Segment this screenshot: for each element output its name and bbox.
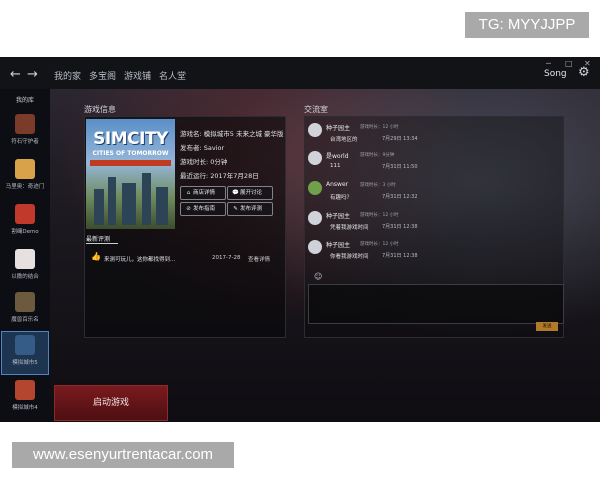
chat-icon: 💬 bbox=[232, 190, 239, 196]
nav-item-treasure[interactable]: 多宝阁 bbox=[89, 69, 116, 82]
launch-game-button[interactable]: 启动游戏 bbox=[54, 385, 168, 421]
avatar[interactable] bbox=[308, 123, 322, 137]
sidebar-item-simcity4[interactable]: 模拟城市4 bbox=[2, 377, 48, 419]
chat-text: 台湾地区的 bbox=[330, 137, 358, 143]
game-playtime: 游戏时长: 0分钟 bbox=[180, 158, 228, 166]
game-icon bbox=[15, 159, 35, 179]
game-icon bbox=[15, 380, 35, 400]
chat-input[interactable] bbox=[308, 284, 564, 324]
sidebar-item-label: 模拟城市4 bbox=[12, 405, 38, 411]
expand-discussion-button[interactable]: 💬展开讨论 bbox=[227, 186, 273, 200]
avatar[interactable] bbox=[308, 211, 322, 225]
chat-title: 交流室 bbox=[304, 105, 328, 114]
store-details-button[interactable]: ⌂ 商店详情 bbox=[180, 186, 226, 200]
chat-time: 7月31日 12:32 bbox=[382, 194, 418, 200]
game-icon bbox=[15, 292, 35, 312]
chat-user-name[interactable]: 种子园主 bbox=[326, 240, 350, 249]
chat-text: 111 bbox=[330, 163, 341, 169]
chat-user-name[interactable]: Answer bbox=[326, 181, 348, 188]
watermark-top: TG: MYYJJPP bbox=[465, 12, 589, 38]
arrow-right-icon[interactable]: → bbox=[27, 67, 38, 82]
avatar[interactable] bbox=[308, 151, 322, 165]
game-info-title: 游戏信息 bbox=[84, 105, 116, 114]
game-icon bbox=[15, 249, 35, 269]
store-icon: ⌂ bbox=[186, 190, 191, 196]
game-cover: SIMCITY CITIES OF TOMORROW bbox=[86, 119, 175, 229]
chat-user-name[interactable]: 是world bbox=[326, 151, 349, 160]
cover-building bbox=[108, 177, 116, 225]
store-details-label: 商店详情 bbox=[193, 190, 216, 196]
smile-icon[interactable]: ☺ bbox=[314, 272, 322, 281]
game-name: 游戏名: 模拟城市5 未来之城 豪华版 bbox=[180, 130, 284, 138]
cover-building bbox=[122, 183, 136, 225]
cover-building bbox=[94, 189, 104, 225]
chat-time: 7月31日 11:50 bbox=[382, 164, 418, 170]
review-text: 来测可玩儿，这你都找得到… bbox=[104, 257, 176, 263]
tab-latest-reviews[interactable]: 最新评测 bbox=[86, 234, 110, 243]
compass-icon: ⊘ bbox=[186, 206, 191, 212]
thumbs-up-icon: 👍 bbox=[91, 252, 101, 261]
chat-time: 7月31日 12:38 bbox=[382, 253, 418, 259]
avatar[interactable] bbox=[308, 240, 322, 254]
chat-user-meta: 游戏时长：3 小时 bbox=[360, 183, 396, 188]
arrow-left-icon[interactable]: ← bbox=[10, 67, 21, 82]
expand-discussion-label: 展开讨论 bbox=[240, 190, 263, 196]
game-publisher: 发布者: Savior bbox=[180, 144, 225, 152]
chat-text: 你看我游戏时间 bbox=[330, 254, 369, 260]
cover-building bbox=[142, 173, 151, 225]
sidebar-item-warcraft[interactable]: 魔兽百乐名 bbox=[2, 289, 48, 331]
publish-guide-label: 发布指南 bbox=[193, 206, 216, 212]
library-title: 我的库 bbox=[15, 97, 34, 104]
sidebar-item-label: 符石守护者 bbox=[11, 139, 39, 145]
game-icon bbox=[15, 335, 35, 355]
sidebar-item-mario[interactable]: 马里奥：奇迹门 bbox=[2, 156, 48, 198]
game-last-played: 最近运行: 2017年7月28日 bbox=[180, 172, 259, 180]
send-button[interactable]: 发送 bbox=[536, 322, 558, 331]
chat-user-name[interactable]: 种子园主 bbox=[326, 211, 350, 220]
sidebar-item-simcity5[interactable]: 模拟城市5 bbox=[1, 331, 49, 375]
gear-icon[interactable]: ⚙ bbox=[578, 65, 590, 80]
publish-review-label: 发布评测 bbox=[240, 206, 263, 212]
library-sidebar: 我的库 符石守护者 马里奥：奇迹门 割绳Demo 以撒的结合 魔兽百乐名 模拟城… bbox=[0, 89, 50, 422]
cover-building bbox=[156, 187, 168, 225]
sidebar-item-label: 割绳Demo bbox=[11, 229, 39, 235]
watermark-bottom: www.esenyurtrentacar.com bbox=[12, 442, 234, 468]
nav-item-store[interactable]: 游戏铺 bbox=[124, 69, 151, 82]
avatar[interactable] bbox=[308, 181, 322, 195]
chat-text: 凭着我游戏时间 bbox=[330, 225, 369, 231]
game-icon bbox=[15, 204, 35, 224]
sidebar-item-label: 以撒的结合 bbox=[11, 274, 39, 280]
chat-user-meta: 游戏时长：12 小时 bbox=[360, 242, 399, 247]
chat-time: 7月31日 12:38 bbox=[382, 224, 418, 230]
cover-title: SIMCITY bbox=[93, 129, 168, 149]
chat-time: 7月29日 13:34 bbox=[382, 136, 418, 142]
cover-strip bbox=[90, 160, 171, 166]
nav-item-home[interactable]: 我的家 bbox=[54, 69, 81, 82]
chat-user-meta: 游戏时长：12 小时 bbox=[360, 125, 399, 130]
title-bar: ─ □ ✕ ← → 我的家 多宝阁 游戏铺 名人堂 Song ⚙ bbox=[0, 57, 600, 89]
sidebar-item-cut-rope[interactable]: 割绳Demo bbox=[2, 201, 48, 243]
sidebar-item-label: 魔兽百乐名 bbox=[11, 317, 39, 323]
sidebar-item-label: 模拟城市5 bbox=[12, 360, 38, 366]
user-name[interactable]: Song bbox=[544, 69, 567, 79]
sidebar-item-rune-guardian[interactable]: 符石守护者 bbox=[2, 111, 48, 153]
chat-user-meta: 游戏时长：12 小时 bbox=[360, 213, 399, 218]
game-icon bbox=[15, 114, 35, 134]
sidebar-item-label: 马里奥：奇迹门 bbox=[5, 184, 45, 190]
publish-review-button[interactable]: ✎ 发布评测 bbox=[227, 202, 273, 216]
nav-item-hall-of-fame[interactable]: 名人堂 bbox=[159, 69, 186, 82]
pencil-icon: ✎ bbox=[233, 206, 238, 212]
chat-user-meta: 游戏时长：9分钟 bbox=[360, 153, 395, 158]
sidebar-item-isaac[interactable]: 以撒的结合 bbox=[2, 246, 48, 288]
cover-subtitle: CITIES OF TOMORROW bbox=[92, 150, 169, 157]
maximize-button[interactable]: □ bbox=[565, 59, 573, 68]
review-date: 2017-7-28 bbox=[212, 255, 241, 261]
review-details-link[interactable]: 查看详情 bbox=[248, 255, 270, 263]
minimize-button[interactable]: ─ bbox=[546, 59, 551, 68]
chat-user-name[interactable]: 种子园主 bbox=[326, 123, 350, 132]
chat-text: 有趣吗？ bbox=[330, 195, 353, 201]
tab-underline bbox=[86, 243, 118, 244]
publish-guide-button[interactable]: ⊘ 发布指南 bbox=[180, 202, 226, 216]
